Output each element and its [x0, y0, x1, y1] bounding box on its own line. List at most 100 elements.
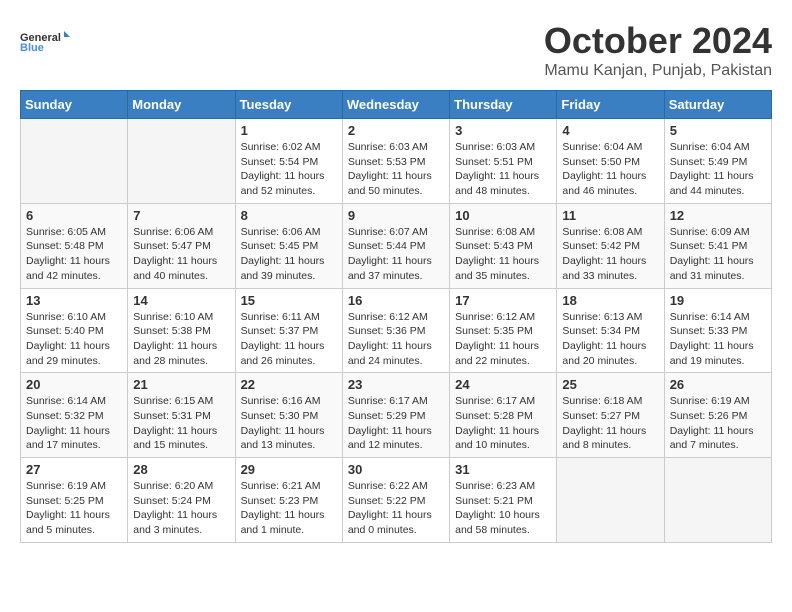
- day-info: Sunrise: 6:15 AM Sunset: 5:31 PM Dayligh…: [133, 394, 229, 453]
- calendar-cell: 3 Sunrise: 6:03 AM Sunset: 5:51 PM Dayli…: [450, 119, 557, 204]
- day-number: 31: [455, 462, 551, 477]
- day-info: Sunrise: 6:17 AM Sunset: 5:29 PM Dayligh…: [348, 394, 444, 453]
- calendar-cell: 12 Sunrise: 6:09 AM Sunset: 5:41 PM Dayl…: [664, 203, 771, 288]
- calendar-cell: 16 Sunrise: 6:12 AM Sunset: 5:36 PM Dayl…: [342, 288, 449, 373]
- day-info: Sunrise: 6:03 AM Sunset: 5:51 PM Dayligh…: [455, 140, 551, 199]
- day-info: Sunrise: 6:05 AM Sunset: 5:48 PM Dayligh…: [26, 225, 122, 284]
- day-info: Sunrise: 6:14 AM Sunset: 5:33 PM Dayligh…: [670, 310, 766, 369]
- calendar-cell: 30 Sunrise: 6:22 AM Sunset: 5:22 PM Dayl…: [342, 458, 449, 543]
- col-header-thursday: Thursday: [450, 91, 557, 119]
- day-number: 8: [241, 208, 337, 223]
- day-number: 7: [133, 208, 229, 223]
- calendar-cell: 13 Sunrise: 6:10 AM Sunset: 5:40 PM Dayl…: [21, 288, 128, 373]
- day-info: Sunrise: 6:11 AM Sunset: 5:37 PM Dayligh…: [241, 310, 337, 369]
- calendar-cell: 29 Sunrise: 6:21 AM Sunset: 5:23 PM Dayl…: [235, 458, 342, 543]
- calendar-cell: 25 Sunrise: 6:18 AM Sunset: 5:27 PM Dayl…: [557, 373, 664, 458]
- calendar-cell: 9 Sunrise: 6:07 AM Sunset: 5:44 PM Dayli…: [342, 203, 449, 288]
- col-header-friday: Friday: [557, 91, 664, 119]
- day-number: 12: [670, 208, 766, 223]
- week-row-5: 27 Sunrise: 6:19 AM Sunset: 5:25 PM Dayl…: [21, 458, 772, 543]
- day-number: 3: [455, 123, 551, 138]
- day-info: Sunrise: 6:07 AM Sunset: 5:44 PM Dayligh…: [348, 225, 444, 284]
- day-number: 13: [26, 293, 122, 308]
- calendar-cell: 31 Sunrise: 6:23 AM Sunset: 5:21 PM Dayl…: [450, 458, 557, 543]
- day-number: 24: [455, 377, 551, 392]
- day-info: Sunrise: 6:23 AM Sunset: 5:21 PM Dayligh…: [455, 479, 551, 538]
- calendar-cell: [557, 458, 664, 543]
- day-info: Sunrise: 6:12 AM Sunset: 5:36 PM Dayligh…: [348, 310, 444, 369]
- col-header-sunday: Sunday: [21, 91, 128, 119]
- day-number: 21: [133, 377, 229, 392]
- day-number: 9: [348, 208, 444, 223]
- calendar-cell: 19 Sunrise: 6:14 AM Sunset: 5:33 PM Dayl…: [664, 288, 771, 373]
- day-info: Sunrise: 6:03 AM Sunset: 5:53 PM Dayligh…: [348, 140, 444, 199]
- day-info: Sunrise: 6:21 AM Sunset: 5:23 PM Dayligh…: [241, 479, 337, 538]
- day-number: 26: [670, 377, 766, 392]
- day-info: Sunrise: 6:04 AM Sunset: 5:50 PM Dayligh…: [562, 140, 658, 199]
- day-info: Sunrise: 6:16 AM Sunset: 5:30 PM Dayligh…: [241, 394, 337, 453]
- day-info: Sunrise: 6:06 AM Sunset: 5:47 PM Dayligh…: [133, 225, 229, 284]
- day-number: 17: [455, 293, 551, 308]
- calendar-cell: 26 Sunrise: 6:19 AM Sunset: 5:26 PM Dayl…: [664, 373, 771, 458]
- calendar-cell: 5 Sunrise: 6:04 AM Sunset: 5:49 PM Dayli…: [664, 119, 771, 204]
- calendar-cell: 6 Sunrise: 6:05 AM Sunset: 5:48 PM Dayli…: [21, 203, 128, 288]
- day-number: 27: [26, 462, 122, 477]
- calendar-cell: 15 Sunrise: 6:11 AM Sunset: 5:37 PM Dayl…: [235, 288, 342, 373]
- calendar-cell: 7 Sunrise: 6:06 AM Sunset: 5:47 PM Dayli…: [128, 203, 235, 288]
- calendar-cell: 24 Sunrise: 6:17 AM Sunset: 5:28 PM Dayl…: [450, 373, 557, 458]
- calendar-header-row: SundayMondayTuesdayWednesdayThursdayFrid…: [21, 91, 772, 119]
- week-row-1: 1 Sunrise: 6:02 AM Sunset: 5:54 PM Dayli…: [21, 119, 772, 204]
- day-number: 5: [670, 123, 766, 138]
- day-number: 19: [670, 293, 766, 308]
- col-header-tuesday: Tuesday: [235, 91, 342, 119]
- day-number: 22: [241, 377, 337, 392]
- calendar-cell: 22 Sunrise: 6:16 AM Sunset: 5:30 PM Dayl…: [235, 373, 342, 458]
- page-header: General Blue October 2024 Mamu Kanjan, P…: [20, 20, 772, 80]
- calendar-cell: 17 Sunrise: 6:12 AM Sunset: 5:35 PM Dayl…: [450, 288, 557, 373]
- day-info: Sunrise: 6:19 AM Sunset: 5:26 PM Dayligh…: [670, 394, 766, 453]
- day-number: 25: [562, 377, 658, 392]
- col-header-saturday: Saturday: [664, 91, 771, 119]
- svg-text:Blue: Blue: [20, 42, 44, 54]
- day-number: 14: [133, 293, 229, 308]
- day-info: Sunrise: 6:10 AM Sunset: 5:40 PM Dayligh…: [26, 310, 122, 369]
- calendar-cell: 27 Sunrise: 6:19 AM Sunset: 5:25 PM Dayl…: [21, 458, 128, 543]
- location-title: Mamu Kanjan, Punjab, Pakistan: [544, 62, 772, 80]
- col-header-wednesday: Wednesday: [342, 91, 449, 119]
- logo: General Blue: [20, 20, 70, 65]
- day-info: Sunrise: 6:20 AM Sunset: 5:24 PM Dayligh…: [133, 479, 229, 538]
- day-info: Sunrise: 6:10 AM Sunset: 5:38 PM Dayligh…: [133, 310, 229, 369]
- title-block: October 2024 Mamu Kanjan, Punjab, Pakist…: [544, 20, 772, 80]
- calendar-cell: 20 Sunrise: 6:14 AM Sunset: 5:32 PM Dayl…: [21, 373, 128, 458]
- calendar-cell: [128, 119, 235, 204]
- day-info: Sunrise: 6:18 AM Sunset: 5:27 PM Dayligh…: [562, 394, 658, 453]
- day-info: Sunrise: 6:08 AM Sunset: 5:42 PM Dayligh…: [562, 225, 658, 284]
- calendar-table: SundayMondayTuesdayWednesdayThursdayFrid…: [20, 90, 772, 543]
- day-number: 28: [133, 462, 229, 477]
- logo-svg: General Blue: [20, 20, 70, 65]
- week-row-4: 20 Sunrise: 6:14 AM Sunset: 5:32 PM Dayl…: [21, 373, 772, 458]
- week-row-3: 13 Sunrise: 6:10 AM Sunset: 5:40 PM Dayl…: [21, 288, 772, 373]
- day-info: Sunrise: 6:09 AM Sunset: 5:41 PM Dayligh…: [670, 225, 766, 284]
- calendar-cell: 4 Sunrise: 6:04 AM Sunset: 5:50 PM Dayli…: [557, 119, 664, 204]
- day-number: 23: [348, 377, 444, 392]
- day-info: Sunrise: 6:17 AM Sunset: 5:28 PM Dayligh…: [455, 394, 551, 453]
- day-number: 1: [241, 123, 337, 138]
- day-number: 18: [562, 293, 658, 308]
- calendar-cell: 10 Sunrise: 6:08 AM Sunset: 5:43 PM Dayl…: [450, 203, 557, 288]
- day-info: Sunrise: 6:14 AM Sunset: 5:32 PM Dayligh…: [26, 394, 122, 453]
- day-info: Sunrise: 6:02 AM Sunset: 5:54 PM Dayligh…: [241, 140, 337, 199]
- calendar-cell: 11 Sunrise: 6:08 AM Sunset: 5:42 PM Dayl…: [557, 203, 664, 288]
- day-info: Sunrise: 6:13 AM Sunset: 5:34 PM Dayligh…: [562, 310, 658, 369]
- day-info: Sunrise: 6:08 AM Sunset: 5:43 PM Dayligh…: [455, 225, 551, 284]
- day-number: 11: [562, 208, 658, 223]
- calendar-cell: 23 Sunrise: 6:17 AM Sunset: 5:29 PM Dayl…: [342, 373, 449, 458]
- week-row-2: 6 Sunrise: 6:05 AM Sunset: 5:48 PM Dayli…: [21, 203, 772, 288]
- day-number: 2: [348, 123, 444, 138]
- day-number: 16: [348, 293, 444, 308]
- calendar-cell: 1 Sunrise: 6:02 AM Sunset: 5:54 PM Dayli…: [235, 119, 342, 204]
- month-title: October 2024: [544, 20, 772, 62]
- day-number: 4: [562, 123, 658, 138]
- day-info: Sunrise: 6:12 AM Sunset: 5:35 PM Dayligh…: [455, 310, 551, 369]
- day-number: 10: [455, 208, 551, 223]
